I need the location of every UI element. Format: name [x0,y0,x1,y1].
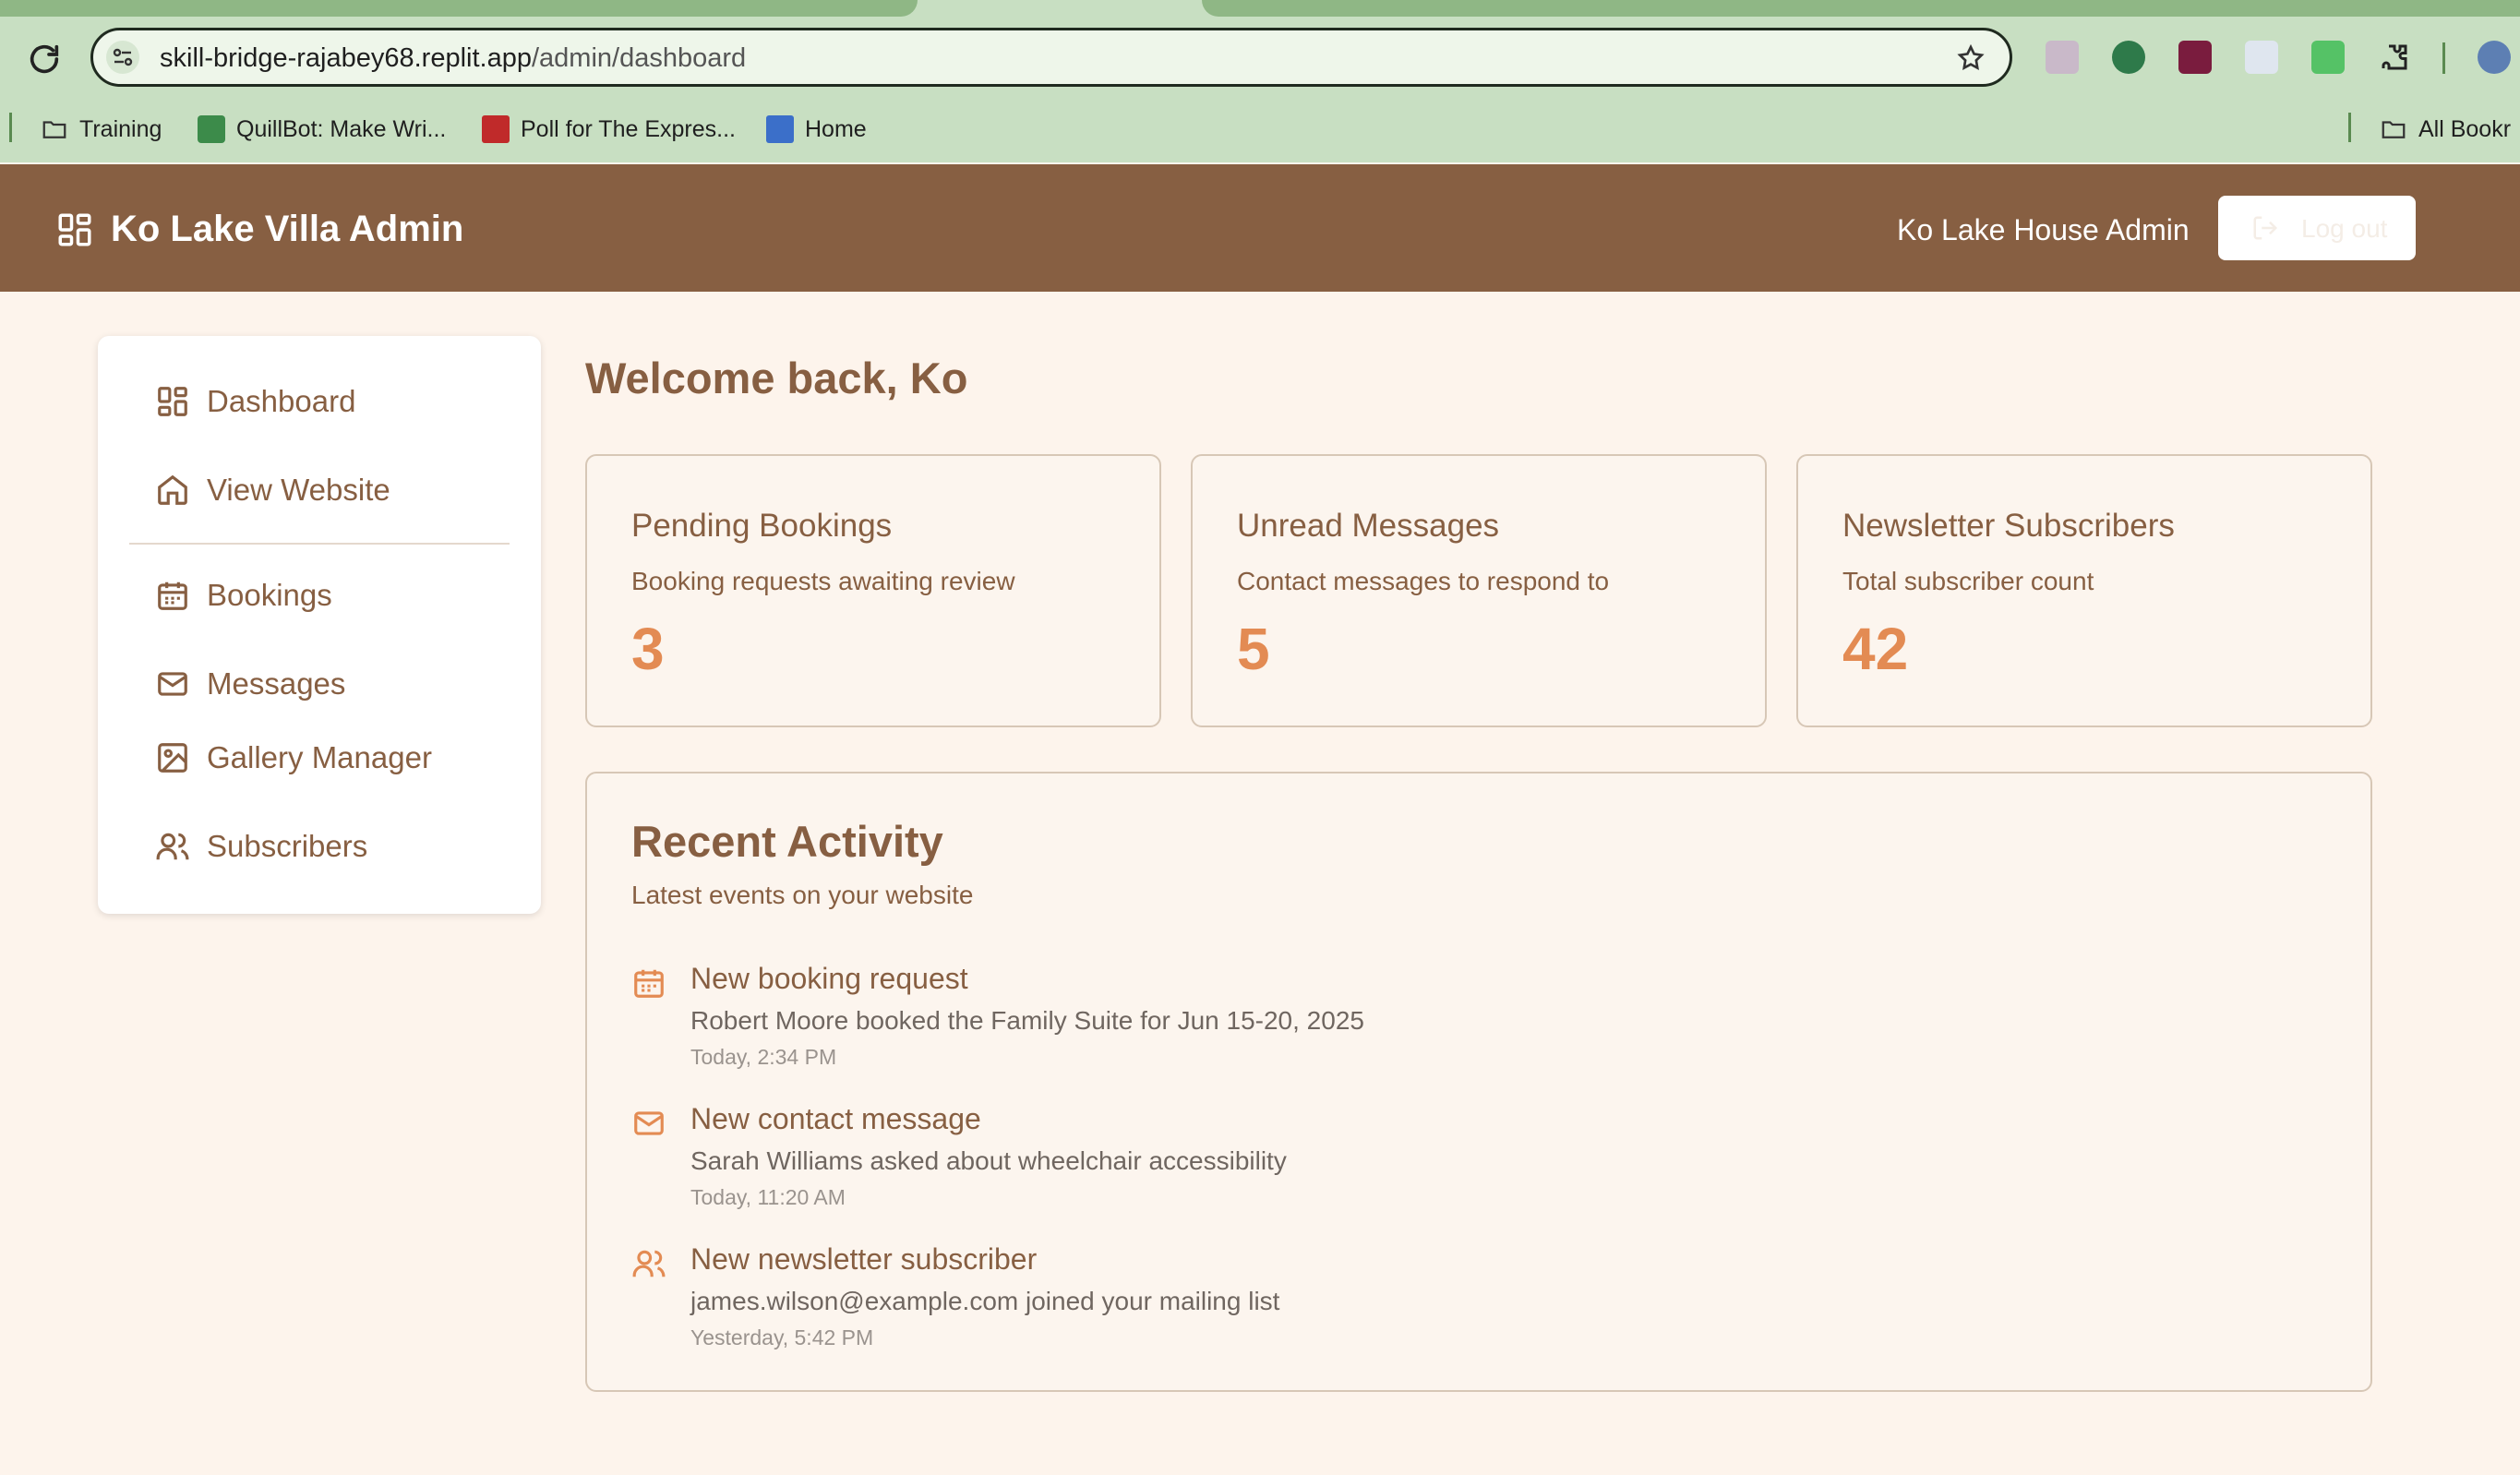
bookmark-star-icon[interactable] [1956,43,1986,73]
mail-icon [634,1111,664,1135]
users-icon [632,1250,666,1277]
extension-t-icon[interactable] [2178,41,2212,74]
activity-item[interactable]: New booking request Robert Moore booked … [631,962,2293,1082]
extension-green-icon[interactable] [2311,41,2345,74]
activity-item-time: Yesterday, 5:42 PM [690,1325,874,1349]
activity-item-description: james.wilson@example.com joined your mai… [690,1287,1280,1315]
recent-activity-card: Recent Activity Latest events on your we… [585,772,2372,1392]
admin-name: Ko Lake House Admin [1897,213,2190,246]
activity-subtitle: Latest events on your website [631,881,974,909]
sidebar-item-label: Subscribers [207,829,368,863]
app-header: Ko Lake Villa Admin Ko Lake House Admin … [0,164,2520,292]
activity-item-title: New contact message [690,1102,981,1135]
bookmarks-bar: Training QuillBot: Make Wri... Poll for … [0,107,2520,148]
quillbot-icon [198,115,225,143]
th-icon [766,115,794,143]
bookmark-label: QuillBot: Make Wri... [236,115,447,142]
address-bar[interactable]: skill-bridge-rajabey68.replit.app/admin/… [90,28,2012,87]
brand[interactable]: Ko Lake Villa Admin [55,209,463,250]
activity-item-description: Robert Moore booked the Family Suite for… [690,1006,1364,1035]
grammarly-icon[interactable] [2112,41,2145,74]
bookmark-training[interactable]: Training [41,114,162,144]
activity-item[interactable]: New newsletter subscriber james.wilson@e… [631,1242,2293,1362]
stat-description: Total subscriber count [1842,567,2094,595]
sidebar-item-label: Dashboard [207,384,356,418]
stat-title: Newsletter Subscribers [1842,508,2175,544]
home-icon [158,474,187,505]
sidebar-item-subscribers[interactable]: Subscribers [155,829,367,864]
sidebar-item-label: Bookings [207,578,332,612]
tab-strip [0,0,2520,17]
url-path: /admin/dashboard [531,43,747,73]
app-title: Ko Lake Villa Admin [111,209,464,249]
activity-item-title: New booking request [690,962,968,995]
bookmark-bar-divider-right [2348,113,2351,142]
bookmark-label: Home [805,115,867,142]
stat-value: 42 [1842,616,1909,682]
tab-left[interactable] [0,0,918,17]
page-title: Welcome back, Ko [585,354,968,402]
activity-item-time: Today, 2:34 PM [690,1045,837,1069]
url-host: skill-bridge-rajabey68.replit.app [160,43,532,73]
logout-button[interactable]: Log out [2218,196,2416,260]
all-bookmarks-label: All Bookr [2418,115,2512,142]
translate-icon[interactable] [2245,41,2278,74]
sidebar-item-label: Messages [207,666,346,701]
stat-value: 5 [1237,616,1270,682]
toolbar-divider [2442,42,2445,74]
profile-avatar[interactable] [2478,41,2511,74]
activity-item-description: Sarah Williams asked about wheelchair ac… [690,1146,1287,1175]
stat-card-unread-messages: Unread Messages Contact messages to resp… [1191,454,1767,727]
logout-icon [2253,216,2278,240]
stat-card-newsletter-subscribers: Newsletter Subscribers Total subscriber … [1796,454,2372,727]
sidebar-item-gallery-manager[interactable]: Gallery Manager [155,740,432,775]
bookmark-poll[interactable]: Poll for The Expres... [482,114,736,144]
sidebar-item-bookings[interactable]: Bookings [155,578,332,613]
dashboard-icon [158,387,187,416]
sidebar-item-view-website[interactable]: View Website [155,473,390,508]
stat-title: Pending Bookings [631,508,893,544]
stat-description: Contact messages to respond to [1237,567,1610,595]
sidebar-item-messages[interactable]: Messages [155,666,345,702]
stat-card-pending-bookings: Pending Bookings Booking requests awaiti… [585,454,1161,727]
bookmark-home[interactable]: Home [766,114,867,144]
calendar-icon [158,582,187,610]
activity-item[interactable]: New contact message Sarah Williams asked… [631,1102,2293,1222]
activity-title: Recent Activity [631,817,943,866]
poll-icon [482,115,510,143]
sidebar-item-dashboard[interactable]: Dashboard [155,384,355,419]
bookmark-label: Training [79,115,162,142]
dashboard-icon [58,213,91,246]
folder-icon [42,121,66,138]
url-text[interactable]: skill-bridge-rajabey68.replit.app/admin/… [160,43,746,74]
mail-icon [158,672,187,696]
reload-icon[interactable] [26,41,63,78]
browser-chrome: skill-bridge-rajabey68.replit.app/admin/… [0,0,2520,162]
sidebar-item-label: View Website [207,473,390,507]
tab-right[interactable] [1202,0,2520,17]
calendar-icon [634,969,664,998]
extensions-puzzle-icon[interactable] [2378,41,2411,74]
extension-icon[interactable] [2046,41,2079,74]
logout-label: Log out [2301,214,2388,243]
stat-title: Unread Messages [1237,508,1500,544]
stat-description: Booking requests awaiting review [631,567,1015,595]
sidebar: Dashboard View Website Bookings Messages… [98,336,541,914]
stat-value: 3 [631,616,665,682]
site-settings-icon[interactable] [106,41,139,74]
folder-icon [2382,121,2406,138]
activity-item-time: Today, 11:20 AM [690,1185,846,1209]
image-icon [158,743,187,773]
all-bookmarks[interactable]: All Bookr [2380,114,2511,144]
bookmark-quillbot[interactable]: QuillBot: Make Wri... [198,114,446,144]
activity-item-title: New newsletter subscriber [690,1242,1038,1276]
bookmark-label: Poll for The Expres... [521,115,736,142]
users-icon [156,833,189,860]
sidebar-item-label: Gallery Manager [207,740,432,774]
sidebar-divider [129,543,510,545]
